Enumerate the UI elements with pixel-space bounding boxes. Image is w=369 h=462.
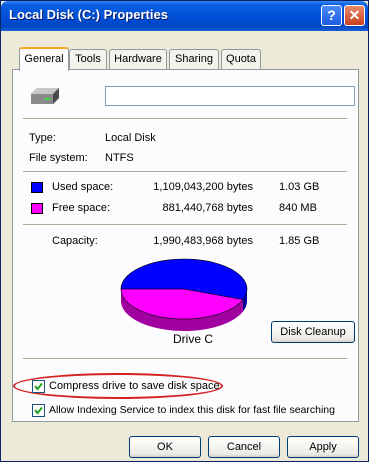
capacity-size: 1.85 GB <box>279 235 320 247</box>
compress-label[interactable]: Compress drive to save disk space <box>49 380 220 392</box>
drive-label: Drive C <box>173 332 214 346</box>
close-button[interactable]: ✕ <box>344 5 365 26</box>
tab-tools[interactable]: Tools <box>69 49 107 69</box>
drive-label-input[interactable] <box>105 86 355 106</box>
title-bar[interactable]: Local Disk (C:) Properties ? ✕ <box>1 1 368 31</box>
free-space-bytes: 881,440,768 bytes <box>162 202 253 214</box>
apply-button[interactable]: Apply <box>287 436 359 458</box>
checkmark-icon <box>34 406 43 415</box>
separator <box>23 171 347 173</box>
cancel-button[interactable]: Cancel <box>208 436 280 458</box>
free-space-size: 840 MB <box>279 202 317 214</box>
separator <box>23 118 347 120</box>
capacity-bytes: 1,990,483,968 bytes <box>153 235 253 247</box>
hard-drive-icon <box>29 86 61 111</box>
ok-button[interactable]: OK <box>129 436 201 458</box>
tab-hardware[interactable]: Hardware <box>109 49 167 69</box>
tab-general[interactable]: General <box>19 47 69 71</box>
separator <box>23 224 347 226</box>
used-space-bytes: 1,109,043,200 bytes <box>153 181 253 193</box>
type-value: Local Disk <box>105 132 156 144</box>
compress-checkbox[interactable] <box>32 380 45 393</box>
type-label: Type: <box>29 132 56 144</box>
disk-cleanup-button[interactable]: Disk Cleanup <box>271 321 355 343</box>
free-space-label: Free space: <box>52 202 111 214</box>
tab-quota[interactable]: Quota <box>221 49 261 69</box>
window-title: Local Disk (C:) Properties <box>9 7 168 22</box>
capacity-label: Capacity: <box>52 235 98 247</box>
checkmark-icon <box>34 382 43 391</box>
used-space-label: Used space: <box>52 181 114 193</box>
used-space-swatch <box>31 182 43 193</box>
drive-usage-pie <box>120 258 248 331</box>
indexing-checkbox[interactable] <box>32 404 45 417</box>
tab-sharing[interactable]: Sharing <box>169 49 219 69</box>
help-button[interactable]: ? <box>321 5 342 26</box>
free-space-swatch <box>31 203 43 214</box>
indexing-label[interactable]: Allow Indexing Service to index this dis… <box>49 404 335 416</box>
used-space-size: 1.03 GB <box>279 181 320 193</box>
file-system-label: File system: <box>29 152 88 164</box>
separator <box>23 358 347 360</box>
file-system-value: NTFS <box>105 152 134 164</box>
properties-window: Local Disk (C:) Properties ? ✕ General T… <box>0 0 369 462</box>
